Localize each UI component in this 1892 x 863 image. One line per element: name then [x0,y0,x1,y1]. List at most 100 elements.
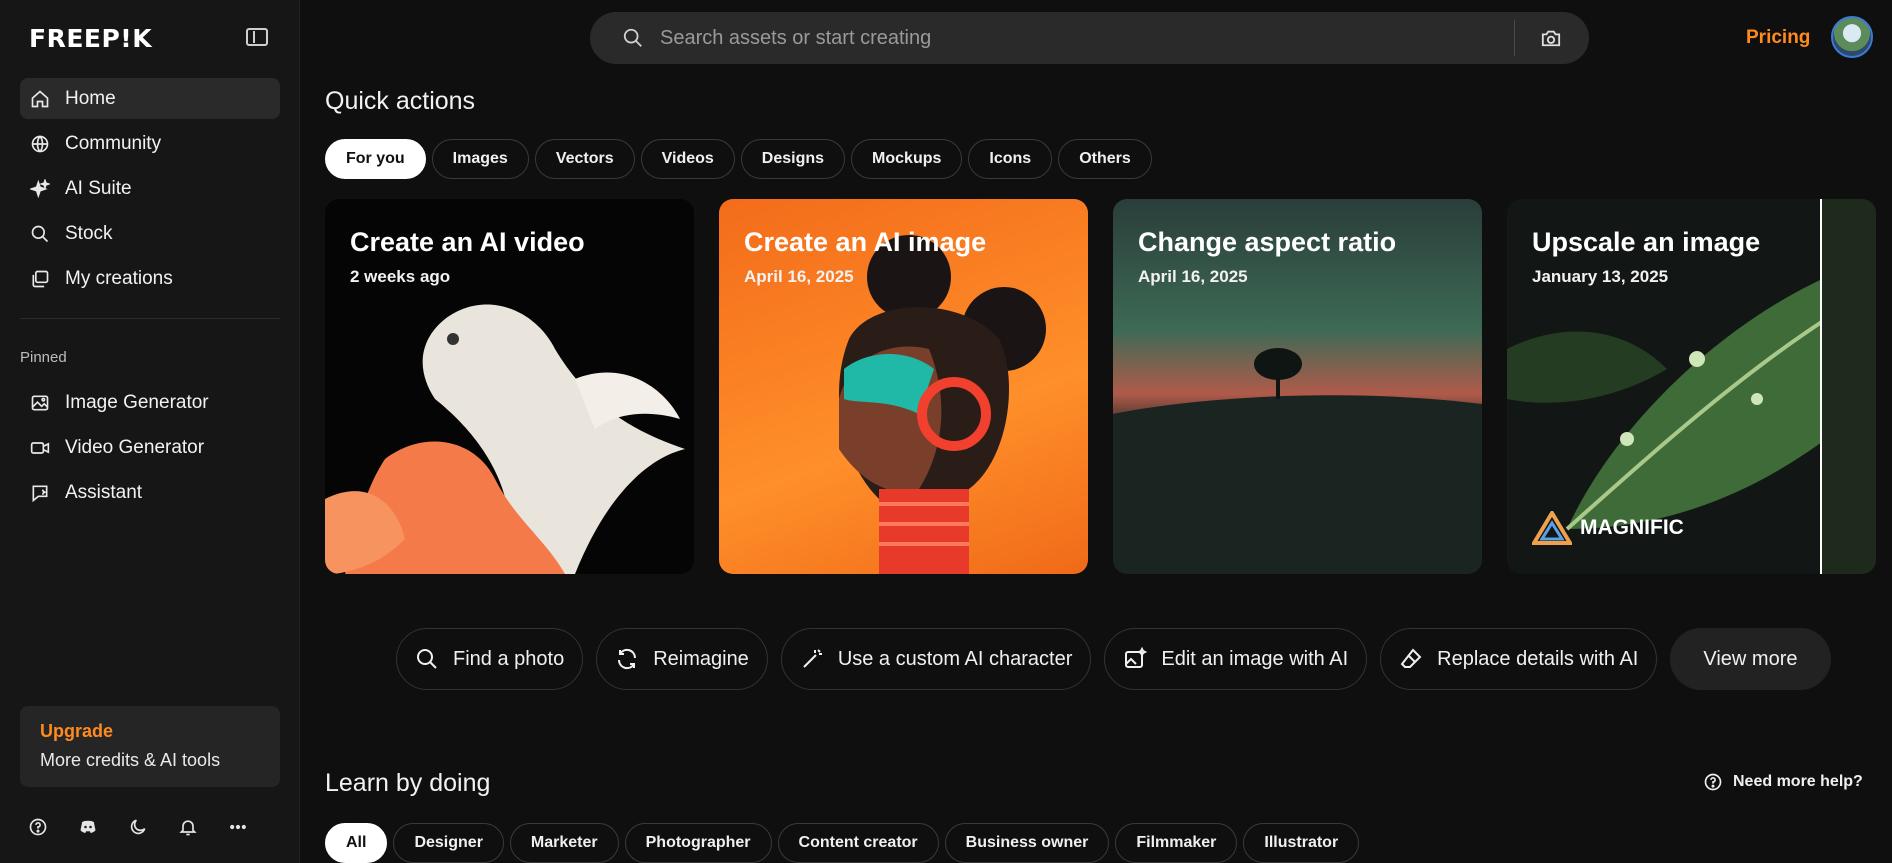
magic-wand-icon [803,649,822,668]
upgrade-title: Upgrade [40,721,114,741]
video-icon [30,438,50,458]
home-icon [30,89,50,109]
search-divider [1514,20,1515,56]
find-photo-button[interactable]: Find a photo [396,628,584,690]
discord-icon[interactable] [78,814,128,840]
card-upscale-image[interactable]: Upscale an image January 13, 2025 MAGNIF… [1507,199,1876,574]
need-help-link[interactable]: Need more help? [1703,772,1863,792]
main-nav: Home Community AI Suite Stock My creatio… [20,78,280,303]
tab-business-owner[interactable]: Business owner [944,823,1110,863]
camera-icon[interactable] [1540,28,1562,48]
tab-designer[interactable]: Designer [393,823,504,863]
quick-actions-title: Quick actions [325,87,476,115]
button-label: Find a photo [453,647,565,670]
tab-content-creator[interactable]: Content creator [777,823,939,863]
tab-vectors[interactable]: Vectors [534,139,635,179]
magnific-logo: MAGNIFIC [1532,511,1684,545]
tab-marketer[interactable]: Marketer [509,823,619,863]
tab-others[interactable]: Others [1058,139,1152,179]
tab-for-you[interactable]: For you [325,139,426,179]
app-root: FREEP!K Home Community AI Suite Stock My [0,0,1892,863]
card-date: April 16, 2025 [1138,267,1248,286]
learn-title: Learn by doing [325,769,491,797]
sidebar-footer [28,814,278,840]
moon-icon[interactable] [128,814,178,840]
sidebar-item-label: Image Generator [65,391,209,413]
custom-character-button[interactable]: Use a custom AI character [780,628,1092,690]
more-icon[interactable] [228,814,278,840]
help-icon[interactable] [28,814,78,840]
sidebar-item-ai-suite[interactable]: AI Suite [20,168,280,209]
card-create-ai-image[interactable]: Create an AI image April 16, 2025 [719,199,1088,574]
edit-image-button[interactable]: Edit an image with AI [1104,628,1368,690]
view-more-button[interactable]: View more [1670,628,1831,690]
search-bar [590,12,1589,64]
learn-tabs: All Designer Marketer Photographer Conte… [325,823,1360,863]
magnific-label: MAGNIFIC [1580,516,1684,539]
pinned-nav: Image Generator Video Generator Assistan… [20,382,280,517]
sidebar-item-label: Stock [65,222,113,244]
card-title: Change aspect ratio [1138,227,1397,257]
card-title: Create an AI video [350,227,585,257]
card-date: April 16, 2025 [744,267,854,286]
sidebar-item-image-generator[interactable]: Image Generator [20,382,280,423]
button-label: Edit an image with AI [1161,647,1349,670]
reimagine-button[interactable]: Reimagine [596,628,768,690]
card-change-aspect-ratio[interactable]: Change aspect ratio April 16, 2025 [1113,199,1482,574]
tab-illustrator[interactable]: Illustrator [1243,823,1360,863]
search-icon [622,27,644,49]
search-icon [30,224,50,244]
sidebar-item-label: AI Suite [65,177,132,199]
sidebar-item-assistant[interactable]: Assistant [20,472,280,513]
tab-icons[interactable]: Icons [968,139,1053,179]
sidebar-item-my-creations[interactable]: My creations [20,258,280,299]
button-label: Replace details with AI [1437,647,1639,670]
tab-all[interactable]: All [325,823,388,863]
quick-action-buttons: Find a photo Reimagine Use a custom AI c… [396,628,1831,690]
card-title: Create an AI image [744,227,987,257]
help-icon [1704,773,1722,791]
card-date: January 13, 2025 [1532,267,1669,286]
sidebar-item-label: My creations [65,267,173,289]
image-icon [30,393,50,413]
card-date: 2 weeks ago [350,267,451,286]
card-create-ai-video[interactable]: Create an AI video 2 weeks ago [325,199,694,574]
upgrade-card[interactable]: Upgrade More credits & AI tools [20,706,280,787]
button-label: Reimagine [653,647,749,670]
search-input[interactable] [660,26,1480,50]
quick-actions-tabs: For you Images Vectors Videos Designs Mo… [325,139,1152,179]
button-label: View more [1703,647,1798,670]
tab-images[interactable]: Images [431,139,529,179]
sidebar-item-label: Video Generator [65,436,205,458]
image-edit-icon [1125,647,1148,668]
freepik-logo[interactable]: FREEP!K [29,24,152,53]
replace-details-button[interactable]: Replace details with AI [1380,628,1658,690]
sidebar-toggle-icon[interactable] [246,28,268,46]
sparkle-icon [30,178,50,199]
tab-videos[interactable]: Videos [640,139,735,179]
assistant-icon [30,483,50,503]
bell-icon[interactable] [178,814,228,840]
sidebar-divider [20,318,280,319]
sidebar-item-label: Home [65,87,116,109]
pinned-label: Pinned [20,349,67,366]
sidebar-item-video-generator[interactable]: Video Generator [20,427,280,468]
tab-mockups[interactable]: Mockups [851,139,963,179]
help-label: Need more help? [1733,773,1863,790]
tab-designs[interactable]: Designs [740,139,846,179]
search-icon [417,649,437,669]
avatar[interactable] [1831,16,1873,58]
sidebar-item-home[interactable]: Home [20,78,280,119]
eraser-icon [1400,648,1422,668]
tab-filmmaker[interactable]: Filmmaker [1115,823,1238,863]
sidebar-item-label: Assistant [65,481,143,503]
pricing-link[interactable]: Pricing [1746,27,1810,49]
refresh-icon [618,648,637,670]
upgrade-subtitle: More credits & AI tools [40,750,221,770]
tab-photographer[interactable]: Photographer [624,823,772,863]
sidebar-item-stock[interactable]: Stock [20,213,280,254]
magnific-triangle-icon [1532,511,1572,545]
sidebar-item-community[interactable]: Community [20,123,280,164]
globe-icon [30,134,50,154]
sidebar-item-label: Community [65,132,162,154]
